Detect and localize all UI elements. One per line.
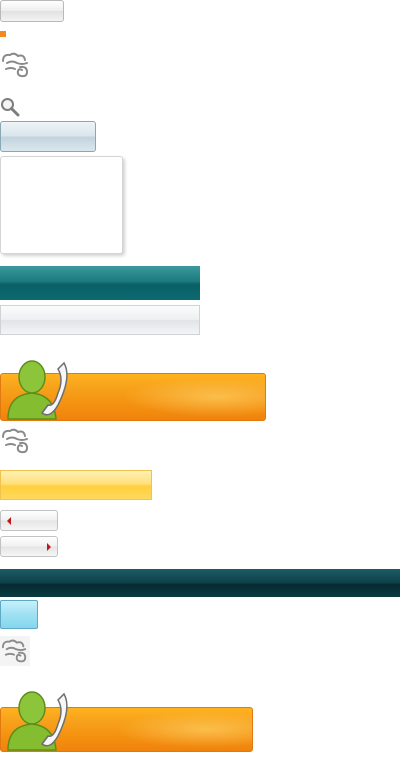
blank-button[interactable]: [0, 0, 64, 22]
right-arrow-icon: [47, 543, 51, 551]
contact-banner[interactable]: [0, 691, 253, 752]
person-with-phone-icon: [7, 691, 68, 751]
teal-header-bar: [0, 266, 200, 300]
person-with-phone-icon: [7, 360, 68, 420]
yellow-bar: [0, 470, 152, 500]
orange-marker: [0, 31, 6, 37]
next-button[interactable]: [0, 536, 58, 557]
dropdown-panel: [0, 156, 123, 254]
left-arrow-icon: [7, 517, 11, 525]
blue-button[interactable]: [0, 121, 96, 152]
cyan-button[interactable]: [0, 600, 38, 629]
dark-teal-bar: [0, 569, 400, 597]
previous-button[interactable]: [0, 510, 58, 531]
cloud-swirl-icon: [2, 52, 29, 78]
grey-header-bar: [0, 305, 200, 335]
contact-banner[interactable]: [0, 360, 266, 421]
search-icon[interactable]: [0, 97, 20, 117]
cloud-swirl-tile: [0, 636, 30, 666]
cloud-swirl-icon: [2, 428, 29, 454]
cloud-swirl-icon: [1, 639, 27, 663]
